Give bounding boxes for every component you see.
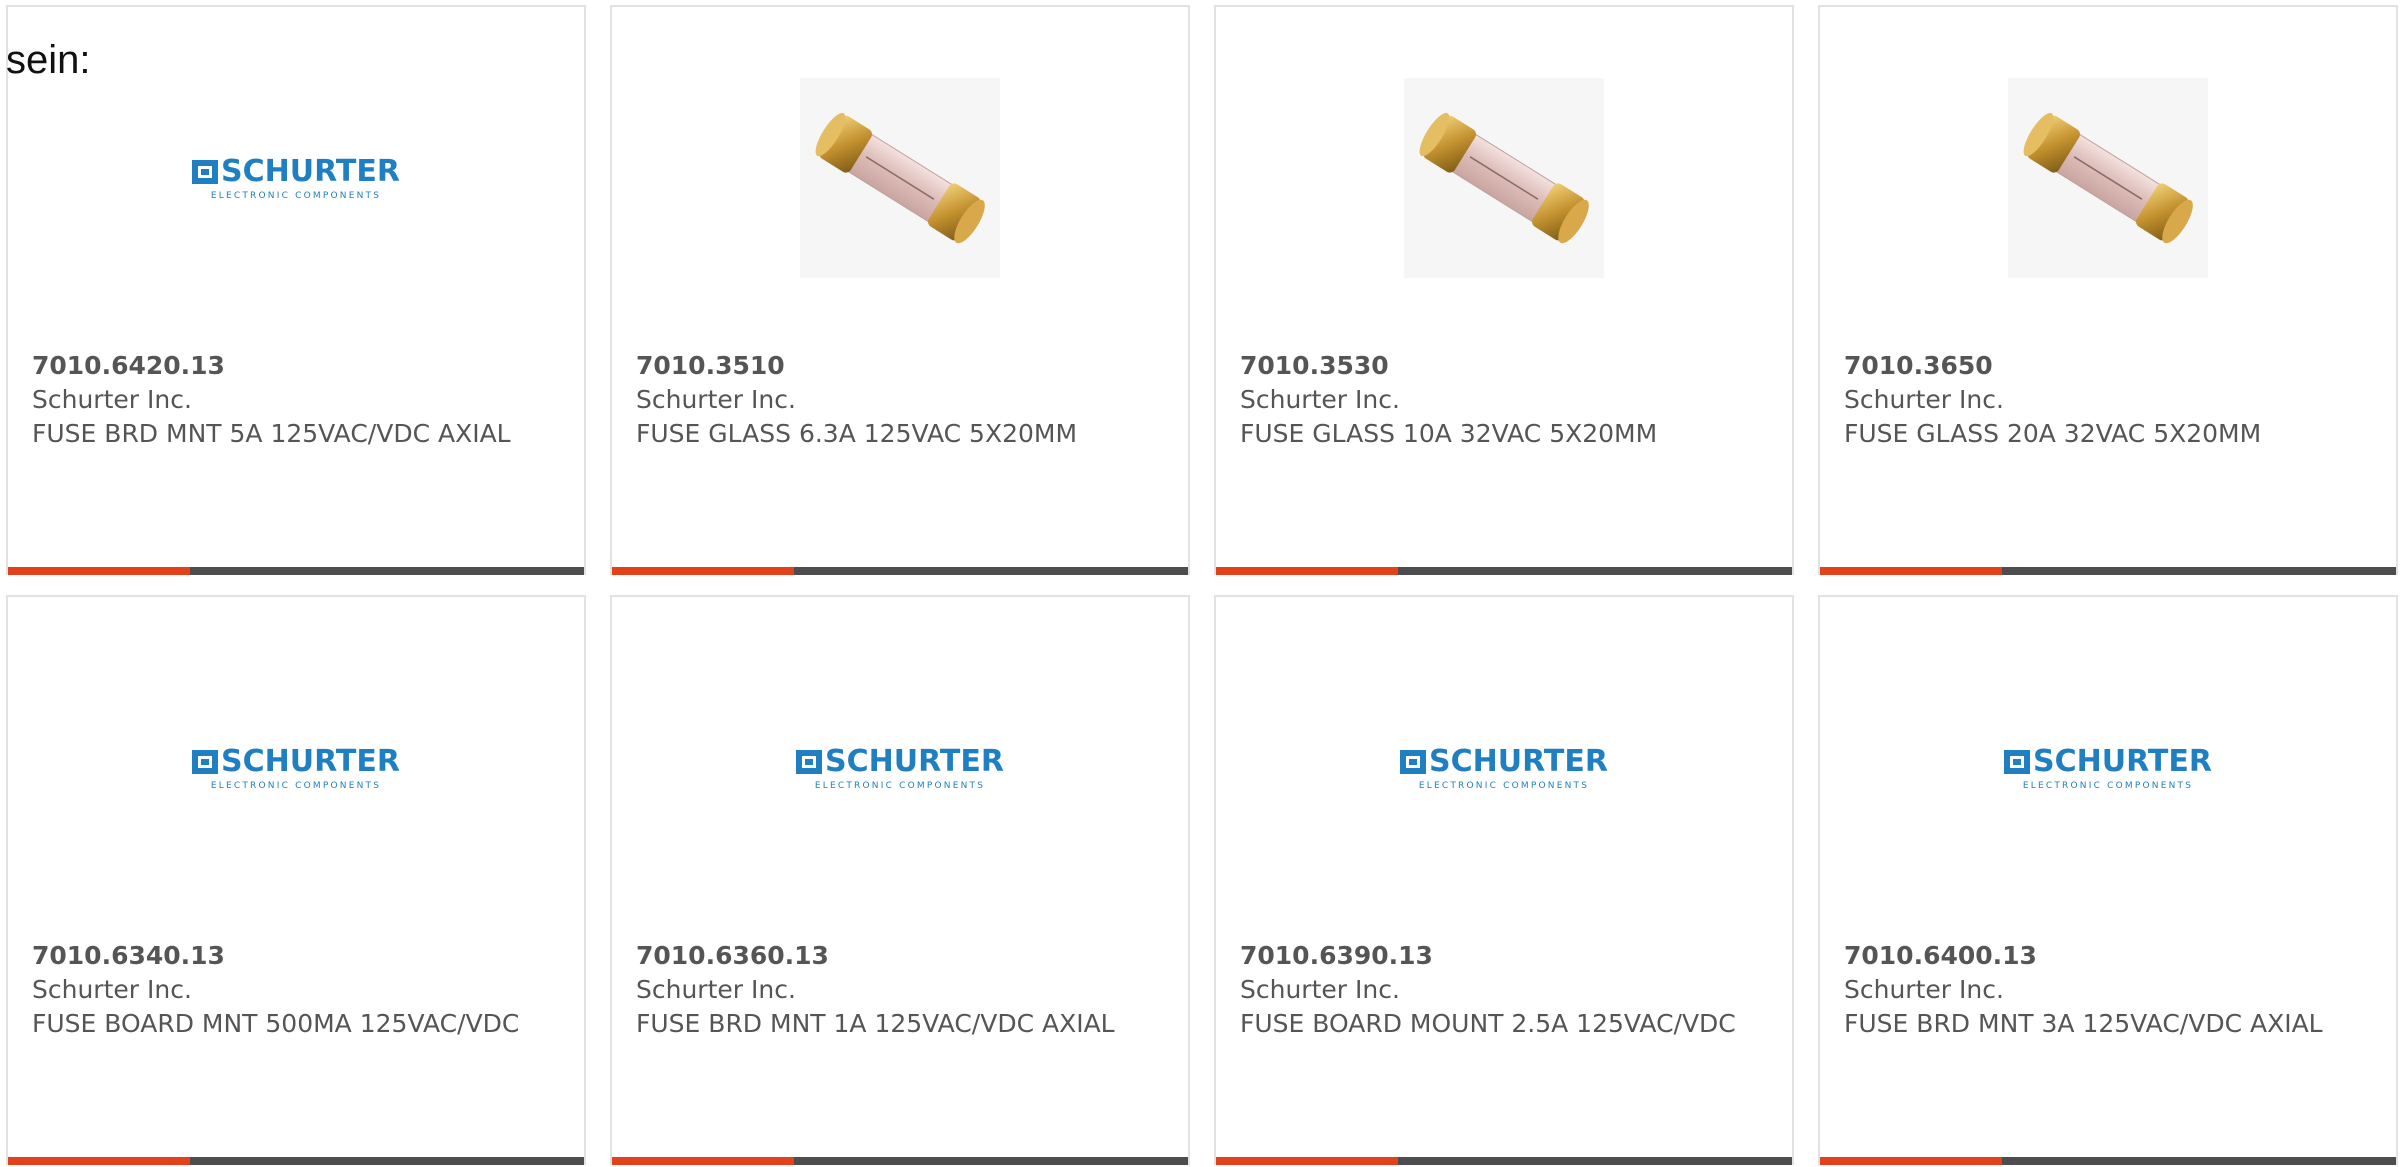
- product-image: SCHURTER ELECTRONIC COMPONENTS: [612, 657, 1188, 879]
- logo-wordmark: SCHURTER: [221, 743, 400, 779]
- product-description: FUSE GLASS 6.3A 125VAC 5X20MM: [636, 419, 1078, 448]
- manufacturer-name: Schurter Inc.: [32, 975, 192, 1004]
- product-info: 7010.3510 Schurter Inc. FUSE GLASS 6.3A …: [636, 349, 1164, 451]
- logo-subtitle: ELECTRONIC COMPONENTS: [1418, 780, 1590, 791]
- logo-wordmark: SCHURTER: [825, 743, 1004, 779]
- part-number[interactable]: 7010.6340.13: [32, 939, 560, 973]
- product-info: 7010.6360.13 Schurter Inc. FUSE BRD MNT …: [636, 939, 1164, 1041]
- product-description: FUSE BRD MNT 1A 125VAC/VDC AXIAL: [636, 1009, 1115, 1038]
- schurter-s-mark-icon: [1400, 749, 1427, 774]
- product-info: 7010.6340.13 Schurter Inc. FUSE BOARD MN…: [32, 939, 560, 1041]
- product-card-1[interactable]: SCHURTER ELECTRONIC COMPONENTS 7010.6420…: [6, 5, 586, 575]
- card-footer-accent: [8, 567, 190, 575]
- manufacturer-name: Schurter Inc.: [636, 975, 796, 1004]
- glass-fuse-photo: [2008, 78, 2208, 278]
- manufacturer-name: Schurter Inc.: [1844, 385, 2004, 414]
- product-info: 7010.3530 Schurter Inc. FUSE GLASS 10A 3…: [1240, 349, 1768, 451]
- schurter-s-mark-icon: [2004, 749, 2031, 774]
- card-footer-accent: [1820, 567, 2002, 575]
- product-image: SCHURTER ELECTRONIC COMPONENTS: [1820, 657, 2396, 879]
- part-number[interactable]: 7010.6360.13: [636, 939, 1164, 973]
- card-footer-bar: [1820, 567, 2396, 575]
- logo-wordmark: SCHURTER: [2033, 743, 2212, 779]
- card-footer-bar: [8, 567, 584, 575]
- product-description: FUSE BRD MNT 3A 125VAC/VDC AXIAL: [1844, 1009, 2323, 1038]
- schurter-s-mark-icon: [192, 159, 219, 184]
- logo-subtitle: ELECTRONIC COMPONENTS: [210, 190, 382, 201]
- part-number[interactable]: 7010.6400.13: [1844, 939, 2372, 973]
- product-image: SCHURTER ELECTRONIC COMPONENTS: [8, 67, 584, 289]
- product-image: [1820, 67, 2396, 289]
- schurter-logo: SCHURTER ELECTRONIC COMPONENTS: [192, 743, 400, 791]
- product-description: FUSE GLASS 20A 32VAC 5X20MM: [1844, 419, 2262, 448]
- card-footer-bar: [8, 1157, 584, 1165]
- card-footer-bar: [1820, 1157, 2396, 1165]
- product-card-8[interactable]: SCHURTER ELECTRONIC COMPONENTS 7010.6400…: [1818, 595, 2398, 1165]
- product-card-3[interactable]: 7010.3530 Schurter Inc. FUSE GLASS 10A 3…: [1214, 5, 1794, 575]
- part-number[interactable]: 7010.6390.13: [1240, 939, 1768, 973]
- card-footer-accent: [8, 1157, 190, 1165]
- product-description: FUSE BOARD MNT 500MA 125VAC/VDC: [32, 1009, 520, 1038]
- manufacturer-name: Schurter Inc.: [636, 385, 796, 414]
- part-number[interactable]: 7010.3530: [1240, 349, 1768, 383]
- product-card-2[interactable]: 7010.3510 Schurter Inc. FUSE GLASS 6.3A …: [610, 5, 1190, 575]
- card-footer-accent: [1216, 1157, 1398, 1165]
- logo-subtitle: ELECTRONIC COMPONENTS: [814, 780, 986, 791]
- product-info: 7010.6390.13 Schurter Inc. FUSE BOARD MO…: [1240, 939, 1768, 1041]
- card-footer-accent: [612, 1157, 794, 1165]
- card-footer-accent: [612, 567, 794, 575]
- product-description: FUSE BOARD MOUNT 2.5A 125VAC/VDC: [1240, 1009, 1736, 1038]
- part-number[interactable]: 7010.3650: [1844, 349, 2372, 383]
- card-footer-bar: [1216, 567, 1792, 575]
- schurter-logo: SCHURTER ELECTRONIC COMPONENTS: [192, 153, 400, 201]
- product-grid: SCHURTER ELECTRONIC COMPONENTS 7010.6420…: [6, 5, 2400, 1165]
- product-card-5[interactable]: SCHURTER ELECTRONIC COMPONENTS 7010.6340…: [6, 595, 586, 1165]
- logo-subtitle: ELECTRONIC COMPONENTS: [2022, 780, 2194, 791]
- schurter-s-mark-icon: [192, 749, 219, 774]
- product-image: SCHURTER ELECTRONIC COMPONENTS: [1216, 657, 1792, 879]
- schurter-logo: SCHURTER ELECTRONIC COMPONENTS: [796, 743, 1004, 791]
- product-image: [612, 67, 1188, 289]
- product-description: FUSE BRD MNT 5A 125VAC/VDC AXIAL: [32, 419, 511, 448]
- glass-fuse-photo: [800, 78, 1000, 278]
- card-footer-bar: [612, 1157, 1188, 1165]
- product-image: SCHURTER ELECTRONIC COMPONENTS: [8, 657, 584, 879]
- schurter-logo: SCHURTER ELECTRONIC COMPONENTS: [1400, 743, 1608, 791]
- manufacturer-name: Schurter Inc.: [1240, 385, 1400, 414]
- card-footer-bar: [612, 567, 1188, 575]
- card-footer-accent: [1216, 567, 1398, 575]
- schurter-s-mark-icon: [796, 749, 823, 774]
- manufacturer-name: Schurter Inc.: [1844, 975, 2004, 1004]
- glass-fuse-photo: [1404, 78, 1604, 278]
- logo-wordmark: SCHURTER: [221, 153, 400, 189]
- card-footer-bar: [1216, 1157, 1792, 1165]
- product-image: [1216, 67, 1792, 289]
- part-number[interactable]: 7010.6420.13: [32, 349, 560, 383]
- schurter-logo: SCHURTER ELECTRONIC COMPONENTS: [2004, 743, 2212, 791]
- product-info: 7010.6420.13 Schurter Inc. FUSE BRD MNT …: [32, 349, 560, 451]
- product-card-4[interactable]: 7010.3650 Schurter Inc. FUSE GLASS 20A 3…: [1818, 5, 2398, 575]
- intro-text: sein:: [6, 38, 91, 82]
- manufacturer-name: Schurter Inc.: [1240, 975, 1400, 1004]
- product-card-7[interactable]: SCHURTER ELECTRONIC COMPONENTS 7010.6390…: [1214, 595, 1794, 1165]
- card-footer-accent: [1820, 1157, 2002, 1165]
- logo-wordmark: SCHURTER: [1429, 743, 1608, 779]
- part-number[interactable]: 7010.3510: [636, 349, 1164, 383]
- product-card-6[interactable]: SCHURTER ELECTRONIC COMPONENTS 7010.6360…: [610, 595, 1190, 1165]
- product-description: FUSE GLASS 10A 32VAC 5X20MM: [1240, 419, 1658, 448]
- manufacturer-name: Schurter Inc.: [32, 385, 192, 414]
- product-info: 7010.6400.13 Schurter Inc. FUSE BRD MNT …: [1844, 939, 2372, 1041]
- product-info: 7010.3650 Schurter Inc. FUSE GLASS 20A 3…: [1844, 349, 2372, 451]
- logo-subtitle: ELECTRONIC COMPONENTS: [210, 780, 382, 791]
